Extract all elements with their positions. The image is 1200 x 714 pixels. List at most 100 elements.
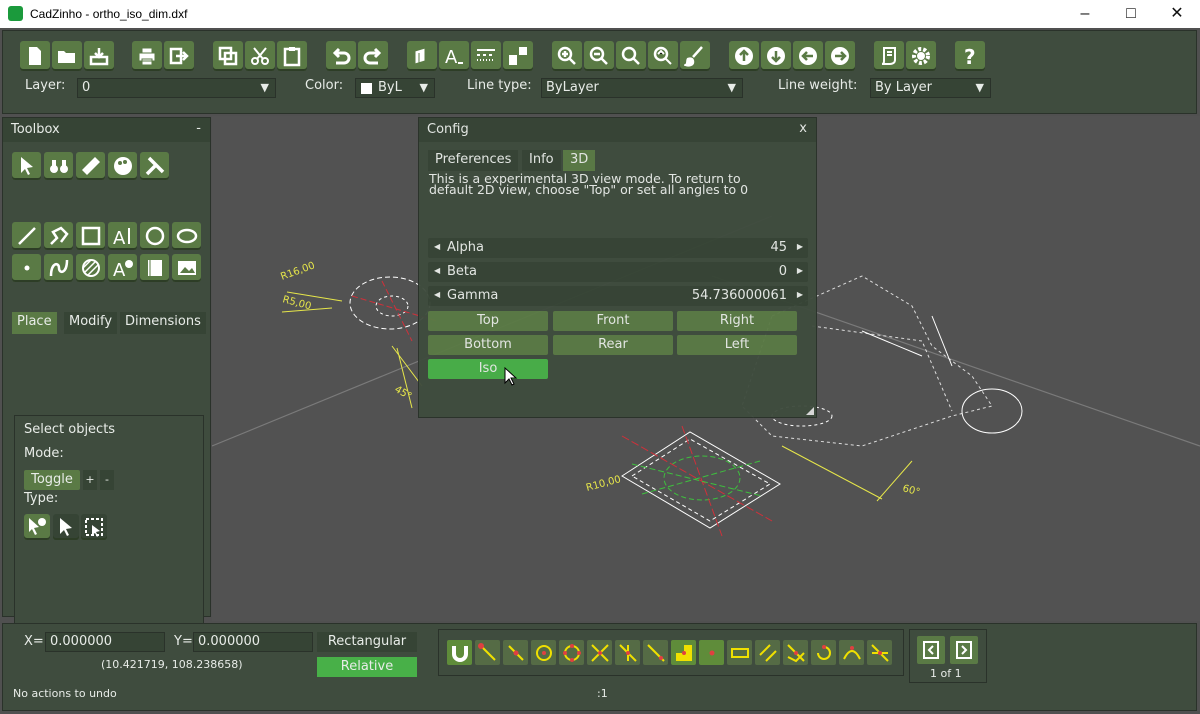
circle-tool-button[interactable] xyxy=(140,222,169,250)
insert-block-tool-button[interactable] xyxy=(140,254,169,282)
zoom-extents-button[interactable] xyxy=(648,41,678,71)
brush-button[interactable] xyxy=(680,41,710,71)
save-button[interactable] xyxy=(84,41,114,71)
tab-modify[interactable]: Modify xyxy=(64,312,118,334)
add-mode-button[interactable]: + xyxy=(83,470,97,490)
rectangular-mode-button[interactable]: Rectangular xyxy=(317,632,417,652)
view-right-button[interactable]: Right xyxy=(677,311,797,331)
paste-button[interactable] xyxy=(277,41,307,71)
view-iso-button[interactable]: Iso xyxy=(428,359,548,379)
point-tool-button[interactable] xyxy=(12,254,41,282)
zoom-window-button[interactable] xyxy=(616,41,646,71)
zoom-out-button[interactable] xyxy=(584,41,614,71)
measure-tool-button[interactable] xyxy=(76,152,105,180)
print-button[interactable] xyxy=(132,41,162,71)
view-left-button[interactable]: Left xyxy=(677,335,797,355)
zoom-in-button[interactable] xyxy=(552,41,582,71)
text-tool-button[interactable]: A xyxy=(108,222,137,250)
remove-mode-button[interactable]: - xyxy=(100,470,114,490)
snap-node-button[interactable] xyxy=(699,640,724,665)
beta-slider[interactable]: ◀ Beta 0 ▶ xyxy=(428,262,808,282)
find-tool-button[interactable] xyxy=(44,152,73,180)
alpha-slider[interactable]: ◀ Alpha 45 ▶ xyxy=(428,238,808,258)
previous-page-button[interactable] xyxy=(917,636,945,664)
minimize-button[interactable]: – xyxy=(1062,0,1108,28)
select-pick-type-button[interactable] xyxy=(53,514,79,540)
toolbox-collapse-button[interactable]: - xyxy=(196,121,201,136)
settings-button[interactable] xyxy=(906,41,936,71)
view-rear-button[interactable]: Rear xyxy=(553,335,673,355)
alpha-increase-icon[interactable]: ▶ xyxy=(797,242,803,251)
undo-button[interactable] xyxy=(326,41,356,71)
config-close-button[interactable]: x xyxy=(799,121,807,136)
pan-down-button[interactable] xyxy=(761,41,791,71)
view-bottom-button[interactable]: Bottom xyxy=(428,335,548,355)
snap-perpendicular-button[interactable] xyxy=(615,640,640,665)
y-coord-input[interactable]: 0.000000 xyxy=(193,632,313,652)
redo-button[interactable] xyxy=(358,41,388,71)
gamma-increase-icon[interactable]: ▶ xyxy=(797,290,803,299)
ellipse-tool-button[interactable] xyxy=(172,222,201,250)
snap-apparent-button[interactable] xyxy=(839,640,864,665)
tab-dimensions[interactable]: Dimensions xyxy=(120,312,206,334)
view-front-button[interactable]: Front xyxy=(553,311,673,331)
copy-button[interactable] xyxy=(213,41,243,71)
text-path-tool-button[interactable]: A xyxy=(108,254,137,282)
gamma-decrease-icon[interactable]: ◀ xyxy=(434,290,440,299)
tools-button[interactable] xyxy=(140,152,169,180)
select-window-type-button[interactable] xyxy=(81,514,107,540)
snap-midpoint-button[interactable] xyxy=(503,640,528,665)
properties-tool-button[interactable] xyxy=(108,152,137,180)
toggle-mode-button[interactable]: Toggle xyxy=(24,470,80,490)
pan-left-button[interactable] xyxy=(793,41,823,71)
line-type-button[interactable] xyxy=(471,41,501,71)
layers-button[interactable] xyxy=(407,41,437,71)
open-file-button[interactable] xyxy=(52,41,82,71)
snap-quadrant-button[interactable] xyxy=(559,640,584,665)
text-style-button[interactable]: A xyxy=(439,41,469,71)
snap-intersection-button[interactable] xyxy=(587,640,612,665)
maximize-button[interactable]: □ xyxy=(1108,0,1154,28)
linetype-select[interactable]: ByLayer ▼ xyxy=(541,78,743,98)
rectangle-tool-button[interactable] xyxy=(76,222,105,250)
line-tool-button[interactable] xyxy=(12,222,41,250)
snap-endpoint-button[interactable] xyxy=(475,640,500,665)
x-coord-input[interactable]: 0.000000 xyxy=(45,632,165,652)
close-window-button[interactable]: ✕ xyxy=(1154,0,1200,28)
view-top-button[interactable]: Top xyxy=(428,311,548,331)
spline-tool-button[interactable] xyxy=(44,254,73,282)
help-button[interactable]: ? xyxy=(955,41,985,71)
gamma-slider[interactable]: ◀ Gamma 54.736000061 ▶ xyxy=(428,286,808,306)
snap-parallel-button[interactable] xyxy=(755,640,780,665)
select-point-type-button[interactable] xyxy=(24,514,50,540)
alpha-decrease-icon[interactable]: ◀ xyxy=(434,242,440,251)
tab-info[interactable]: Info xyxy=(522,150,561,171)
cut-button[interactable] xyxy=(245,41,275,71)
snap-arc-button[interactable] xyxy=(811,640,836,665)
lineweight-select[interactable]: By Layer ▼ xyxy=(870,78,991,98)
tab-place[interactable]: Place xyxy=(12,312,57,334)
hatch-tool-button[interactable] xyxy=(76,254,105,282)
resize-handle-icon[interactable] xyxy=(806,407,814,415)
block-button[interactable] xyxy=(503,41,533,71)
tab-3d[interactable]: 3D xyxy=(563,150,596,171)
new-file-button[interactable] xyxy=(20,41,50,71)
polyline-tool-button[interactable] xyxy=(44,222,73,250)
snap-tangent-button[interactable] xyxy=(783,640,808,665)
snap-center-button[interactable] xyxy=(531,640,556,665)
color-select[interactable]: ByL ▼ xyxy=(355,78,435,98)
image-tool-button[interactable] xyxy=(172,254,201,282)
snap-toggle-button[interactable] xyxy=(447,640,472,665)
snap-nearest-button[interactable] xyxy=(643,640,668,665)
snap-object-button[interactable] xyxy=(671,640,696,665)
export-button[interactable] xyxy=(164,41,194,71)
pan-up-button[interactable] xyxy=(729,41,759,71)
snap-extension-button[interactable] xyxy=(727,640,752,665)
relative-mode-button[interactable]: Relative xyxy=(317,657,417,677)
select-tool-button[interactable] xyxy=(12,152,41,180)
layer-select[interactable]: 0 ▼ xyxy=(77,78,276,98)
beta-increase-icon[interactable]: ▶ xyxy=(797,266,803,275)
beta-decrease-icon[interactable]: ◀ xyxy=(434,266,440,275)
pan-right-button[interactable] xyxy=(825,41,855,71)
snap-any-button[interactable] xyxy=(867,640,892,665)
